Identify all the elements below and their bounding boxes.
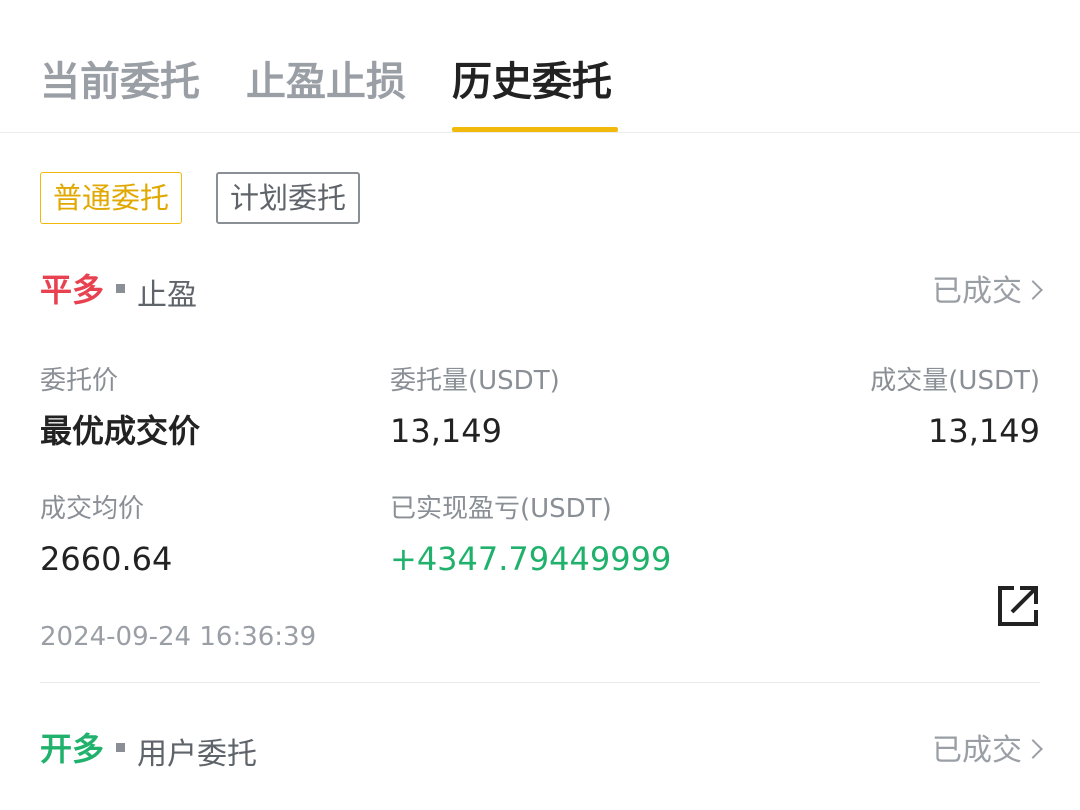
order-status: 已成交 xyxy=(932,274,1022,309)
order-type: 用户委托 xyxy=(137,737,258,772)
order-qty-label: 委托量(USDT) xyxy=(390,366,560,396)
filled-qty-value: 13,149 xyxy=(928,412,1040,450)
order-header: 开多 用户委托 已成交 xyxy=(40,727,1043,777)
chevron-right-icon xyxy=(1023,280,1043,300)
order-price-label: 委托价 xyxy=(40,366,119,396)
tab-history-orders[interactable]: 历史委托 xyxy=(452,56,612,108)
avg-price-value: 2660.64 xyxy=(40,540,173,578)
order-tabs: 当前委托 止盈止损 历史委托 xyxy=(0,0,1080,133)
order-timestamp: 2024-09-24 16:36:39 xyxy=(40,622,317,652)
chevron-right-icon xyxy=(1023,739,1043,759)
order-status-link[interactable]: 已成交 xyxy=(932,731,1043,771)
order-type: 止盈 xyxy=(137,278,198,313)
share-icon[interactable] xyxy=(996,584,1040,628)
order-divider xyxy=(40,682,1040,683)
order-status: 已成交 xyxy=(932,733,1022,768)
order-price-value: 最优成交价 xyxy=(40,412,201,450)
avg-price-label: 成交均价 xyxy=(40,494,145,524)
tab-tp-sl[interactable]: 止盈止损 xyxy=(246,56,406,108)
tab-current-orders[interactable]: 当前委托 xyxy=(40,56,200,108)
order-side: 平多 xyxy=(40,271,105,309)
pnl-value: +4347.79449999 xyxy=(390,540,672,578)
active-tab-indicator xyxy=(452,127,618,132)
order-status-link[interactable]: 已成交 xyxy=(932,272,1043,312)
order-header: 平多 止盈 已成交 xyxy=(40,268,1043,318)
separator-dot xyxy=(116,284,126,293)
pnl-label: 已实现盈亏(USDT) xyxy=(390,494,612,524)
filter-normal-orders[interactable]: 普通委托 xyxy=(40,172,183,224)
separator-dot xyxy=(116,743,126,752)
filled-qty-label: 成交量(USDT) xyxy=(870,366,1040,396)
filter-plan-orders[interactable]: 计划委托 xyxy=(216,172,361,224)
order-side: 开多 xyxy=(40,730,105,768)
order-qty-value: 13,149 xyxy=(390,412,502,450)
